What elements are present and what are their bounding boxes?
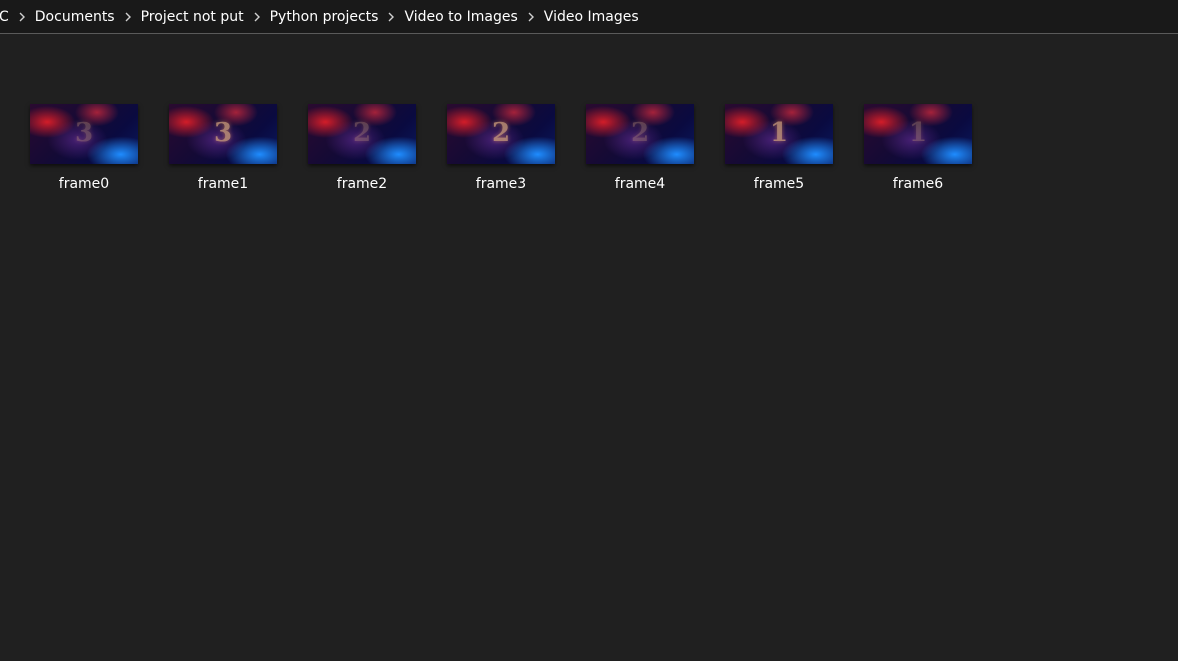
file-item[interactable]: 2 frame4 xyxy=(583,103,697,199)
chevron-right-icon[interactable] xyxy=(382,0,400,33)
chevron-right-icon[interactable] xyxy=(13,0,31,33)
file-item[interactable]: 3 frame0 xyxy=(27,103,141,199)
breadcrumb: C Documents Project not put Python proje… xyxy=(0,0,1178,34)
file-name: frame1 xyxy=(197,176,249,192)
image-thumbnail: 3 xyxy=(30,104,138,164)
file-name: frame6 xyxy=(892,176,944,192)
file-item[interactable]: 1 frame5 xyxy=(722,103,836,199)
file-name: frame4 xyxy=(614,176,666,192)
chevron-right-icon[interactable] xyxy=(119,0,137,33)
thumbnail-digit: 2 xyxy=(491,118,511,148)
thumbnail-digit: 3 xyxy=(74,118,94,148)
breadcrumb-item-project-not-put[interactable]: Project not put xyxy=(137,0,248,33)
file-item[interactable]: 2 frame3 xyxy=(444,103,558,199)
breadcrumb-item-python-projects[interactable]: Python projects xyxy=(266,0,383,33)
image-thumbnail: 1 xyxy=(725,104,833,164)
file-explorer-window: C Documents Project not put Python proje… xyxy=(0,0,1178,661)
breadcrumb-item-video-images[interactable]: Video Images xyxy=(540,0,643,33)
chevron-right-icon[interactable] xyxy=(248,0,266,33)
file-list-view[interactable]: 3 frame0 3 frame1 2 frame2 2 frame3 2 fr… xyxy=(0,35,1178,661)
file-name: frame2 xyxy=(336,176,388,192)
thumbnail-digit: 1 xyxy=(908,118,928,148)
file-item[interactable]: 2 frame2 xyxy=(305,103,419,199)
thumbnail-digit: 1 xyxy=(769,118,789,148)
image-thumbnail: 2 xyxy=(586,104,694,164)
breadcrumb-item-drive[interactable]: C xyxy=(0,0,13,33)
chevron-right-icon[interactable] xyxy=(522,0,540,33)
file-name: frame0 xyxy=(58,176,110,192)
file-name: frame3 xyxy=(475,176,527,192)
thumbnail-digit: 2 xyxy=(630,118,650,148)
image-thumbnail: 3 xyxy=(169,104,277,164)
file-item[interactable]: 1 frame6 xyxy=(861,103,975,199)
file-item[interactable]: 3 frame1 xyxy=(166,103,280,199)
image-thumbnail: 2 xyxy=(447,104,555,164)
image-thumbnail: 2 xyxy=(308,104,416,164)
image-thumbnail: 1 xyxy=(864,104,972,164)
thumbnail-digit: 2 xyxy=(352,118,372,148)
breadcrumb-item-video-to-images[interactable]: Video to Images xyxy=(400,0,521,33)
file-name: frame5 xyxy=(753,176,805,192)
breadcrumb-item-documents[interactable]: Documents xyxy=(31,0,119,33)
thumbnail-digit: 3 xyxy=(213,118,233,148)
